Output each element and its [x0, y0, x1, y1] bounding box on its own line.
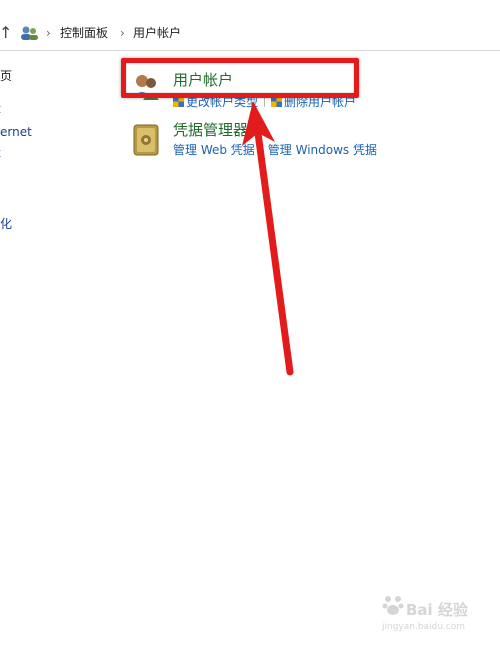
credential-manager-tasks: 管理 Web 凭据 管理 Windows 凭据 — [173, 143, 377, 157]
up-arrow-icon[interactable]: ↑ — [0, 24, 12, 42]
sidebar-item-personalization[interactable]: 化 — [0, 217, 12, 231]
watermark-title: Bai 经验 — [406, 601, 468, 619]
breadcrumb-user-accounts[interactable]: 用户帐户 — [133, 25, 181, 41]
credential-manager-title[interactable]: 凭据管理器 — [173, 121, 248, 139]
sidebar-item-security[interactable]: t — [0, 102, 1, 116]
paw-logo-icon — [382, 596, 404, 615]
sidebar-item-ease-of-access[interactable]: E — [0, 240, 1, 254]
control-panel-icon — [21, 26, 38, 40]
sidebar-item-hardware[interactable]: k — [0, 146, 1, 160]
vault-icon — [133, 124, 159, 156]
address-bar[interactable]: ↑ › 控制面板 › 用户帐户 — [0, 18, 500, 51]
annotation-arrow-shape — [242, 101, 294, 376]
task-separator — [260, 144, 262, 155]
manage-windows-credentials-link[interactable]: 管理 Windows 凭据 — [268, 143, 377, 157]
watermark: Bai 经验 jingyan.baidu.com — [376, 590, 488, 636]
manage-web-credentials-link[interactable]: 管理 Web 凭据 — [173, 143, 255, 157]
breadcrumb-separator: › — [120, 26, 125, 40]
watermark-url: jingyan.baidu.com — [382, 622, 466, 632]
annotation-highlight-box — [121, 58, 359, 98]
breadcrumb-separator: › — [46, 26, 51, 40]
sidebar-item-network-internet[interactable]: ernet — [0, 125, 32, 139]
sidebar-item-home[interactable]: 页 — [0, 69, 12, 83]
breadcrumb-control-panel[interactable]: 控制面板 — [60, 25, 108, 41]
